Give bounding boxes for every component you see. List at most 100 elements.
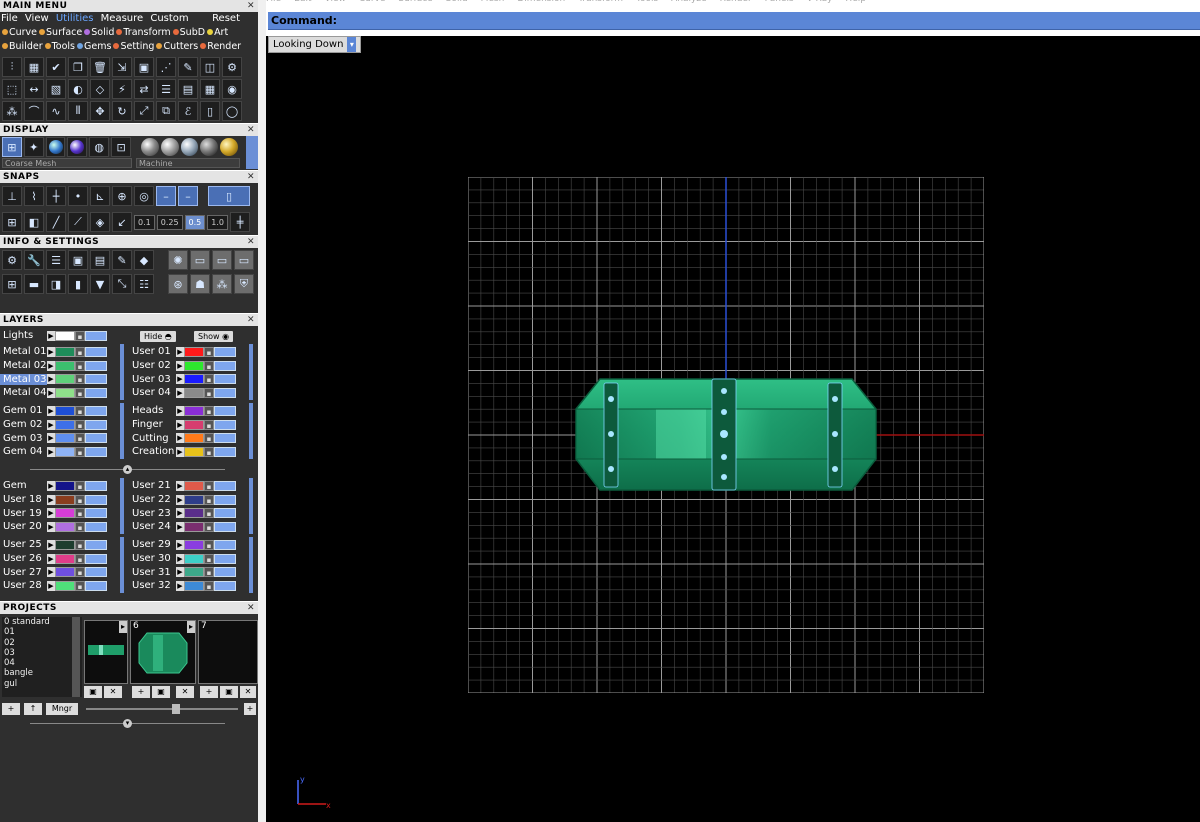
visibility-toggle[interactable] (214, 580, 236, 591)
frame-icon[interactable]: ▣ (134, 57, 154, 77)
close-icon[interactable]: ✕ (246, 602, 256, 613)
wire-display-icon[interactable]: ⊞ (2, 137, 22, 157)
layer-name[interactable]: User 20 (0, 521, 47, 532)
lock-icon[interactable]: ▪ (204, 553, 214, 564)
gear-icon[interactable]: ⚙ (222, 57, 242, 77)
snap-grid-icon[interactable]: ⊞ (2, 212, 22, 232)
lock-icon[interactable]: ▪ (75, 387, 85, 398)
edit-icon[interactable]: ✎ (112, 250, 132, 270)
lock-icon[interactable]: ▪ (75, 405, 85, 416)
project-list-scrollbar[interactable] (72, 617, 80, 697)
menu-utilities[interactable]: Utilities (56, 13, 94, 24)
scale-icon[interactable]: ⤢ (134, 101, 154, 121)
viewport[interactable]: Looking Down ▾ y x (266, 36, 1200, 822)
material-sphere-icon[interactable] (160, 138, 179, 156)
layer-name[interactable]: Gem 04 (0, 446, 47, 457)
layer-name[interactable]: Lights (0, 330, 47, 341)
lock-icon[interactable]: ▪ (204, 346, 214, 357)
layer-color-swatch[interactable] (55, 387, 75, 398)
layer-row[interactable]: User 28 ▶ ▪ (0, 579, 122, 593)
layer-name[interactable]: User 31 (129, 567, 176, 578)
layer-color-swatch[interactable] (55, 480, 75, 491)
layer-name[interactable]: Cutting (129, 433, 176, 444)
layer-color-swatch[interactable] (184, 346, 204, 357)
page-icon[interactable]: ▯ (200, 101, 220, 121)
layer-group-bar[interactable] (120, 403, 124, 459)
layer-name[interactable]: Finger (129, 419, 176, 430)
category-builder[interactable]: Builder (9, 41, 43, 52)
layer-color-swatch[interactable] (184, 360, 204, 371)
snap-cross-icon[interactable]: ┼ (46, 186, 66, 206)
lock-icon[interactable]: ▪ (204, 494, 214, 505)
arrow-right-icon[interactable]: ▶ (176, 480, 184, 491)
material-sphere-icon[interactable] (140, 138, 159, 156)
top-menu-view[interactable]: View (325, 0, 346, 4)
layer-color-swatch[interactable] (55, 433, 75, 444)
visibility-toggle[interactable] (85, 567, 107, 578)
project-list-item[interactable]: 03 (4, 648, 82, 658)
visibility-toggle[interactable] (214, 419, 236, 430)
gem-cluster-icon[interactable]: ⁂ (2, 101, 22, 121)
arrow-right-icon[interactable]: ▶ (47, 433, 55, 444)
material-dropdown[interactable]: Machine (136, 158, 240, 168)
layer-color-swatch[interactable] (184, 580, 204, 591)
collapse-icon[interactable]: ▴ (123, 465, 132, 474)
arrow-right-icon[interactable]: ▶ (176, 580, 184, 591)
layer-color-swatch[interactable] (55, 567, 75, 578)
layer-name[interactable]: User 26 (0, 553, 47, 564)
layer-row[interactable]: Metal 04 ▶ ▪ (0, 386, 122, 400)
layer-row[interactable]: Cutting ▶ ▪ (129, 431, 251, 445)
visibility-toggle[interactable] (85, 553, 107, 564)
layer-color-swatch[interactable] (55, 508, 75, 519)
layer-row[interactable]: Gem 03 ▶ ▪ (0, 431, 122, 445)
snap-value-0-1[interactable]: 0.1 (134, 214, 155, 230)
project-list-item[interactable]: 0 standard (4, 617, 82, 627)
trash-icon[interactable]: 🗑 (90, 57, 110, 77)
category-transform[interactable]: Transform (123, 27, 170, 38)
layer-row[interactable]: User 27 ▶ ▪ (0, 565, 122, 579)
category-solid[interactable]: Solid (91, 27, 114, 38)
arrow-right-icon[interactable]: ▶ (176, 553, 184, 564)
snap-toggle-icon[interactable]: ▯ (208, 186, 250, 206)
lock-icon[interactable]: ▪ (75, 433, 85, 444)
arrow-right-icon[interactable]: ▶ (47, 521, 55, 532)
category-cutters[interactable]: Cutters (163, 41, 198, 52)
select-icon[interactable]: ⤡ (112, 274, 132, 294)
arrow-right-icon[interactable]: ▶ (176, 508, 184, 519)
top-menu-mesh[interactable]: Mesh (481, 0, 505, 4)
close-icon[interactable]: ✕ (246, 171, 256, 182)
shaded-display-icon[interactable] (45, 137, 66, 157)
visibility-toggle[interactable] (85, 433, 107, 444)
book-icon[interactable]: ▤ (178, 79, 198, 99)
arrow-right-icon[interactable]: ▶ (176, 494, 184, 505)
arrow-right-icon[interactable]: ▶ (47, 553, 55, 564)
layer-color-swatch[interactable] (55, 360, 75, 371)
add-icon[interactable]: + (244, 703, 256, 715)
globe-display-icon[interactable]: ◍ (89, 137, 110, 157)
snap-mode-icon[interactable]: – (178, 186, 198, 206)
layer-name[interactable]: Metal 02 (0, 360, 47, 371)
top-menu-analyze[interactable]: Analyze (671, 0, 706, 4)
layer-color-swatch[interactable] (55, 494, 75, 505)
layer-name[interactable]: User 02 (129, 360, 176, 371)
pen-icon[interactable]: ✎ (178, 57, 198, 77)
hide-button[interactable]: Hide ◓ (140, 331, 176, 342)
dimension-icon[interactable]: ↔ (24, 79, 44, 99)
settings-icon[interactable]: ⚙ (2, 250, 22, 270)
arc-icon[interactable]: ⌒ (24, 101, 44, 121)
category-tools[interactable]: Tools (52, 41, 75, 52)
visibility-toggle[interactable] (85, 405, 107, 416)
visibility-toggle[interactable] (85, 508, 107, 519)
visibility-toggle[interactable] (85, 387, 107, 398)
arrow-right-icon[interactable]: ▶ (176, 346, 184, 357)
delete-icon[interactable]: ✕ (240, 686, 256, 698)
lock-icon[interactable]: ▪ (75, 419, 85, 430)
lock-icon[interactable]: ▪ (204, 360, 214, 371)
lock-icon[interactable]: ▪ (75, 330, 85, 341)
layer-color-swatch[interactable] (184, 539, 204, 550)
layer-name[interactable]: User 03 (129, 374, 176, 385)
layers-icon[interactable]: ☰ (46, 250, 66, 270)
layer-color-swatch[interactable] (55, 419, 75, 430)
array-icon[interactable]: ⧉ (156, 101, 176, 121)
arrow-right-icon[interactable]: ▶ (47, 405, 55, 416)
